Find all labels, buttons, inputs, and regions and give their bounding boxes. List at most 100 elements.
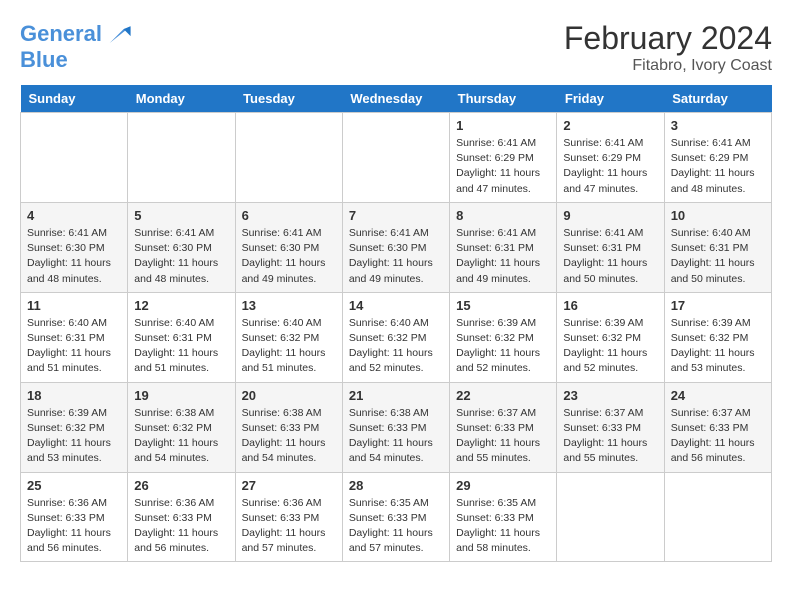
day-number: 7 <box>349 208 443 223</box>
logo-icon <box>104 20 132 48</box>
calendar-cell: 18Sunrise: 6:39 AM Sunset: 6:32 PM Dayli… <box>21 382 128 472</box>
calendar-cell: 15 Sunrise: 6:39 AM Sunset: 6:32 PM Dayli… <box>450 292 557 382</box>
calendar-cell <box>128 113 235 203</box>
day-info: Sunrise: 6:41 AM Sunset: 6:30 PM Dayligh… <box>349 226 443 287</box>
calendar-cell: 21 Sunrise: 6:38 AM Sunset: 6:33 PM Dayli… <box>342 382 449 472</box>
location-title: Fitabro, Ivory Coast <box>564 57 772 75</box>
calendar-week-2: 4 Sunrise: 6:41 AM Sunset: 6:30 PM Daylig… <box>21 202 772 292</box>
header-sunday: Sunday <box>21 85 128 113</box>
day-number: 10 <box>671 208 765 223</box>
day-number: 11 <box>27 298 121 313</box>
header-monday: Monday <box>128 85 235 113</box>
day-number: 20 <box>242 388 336 403</box>
day-info: Sunrise: 6:36 AM Sunset: 6:33 PM Dayligh… <box>242 496 336 557</box>
calendar-cell: 14 Sunrise: 6:40 AM Sunset: 6:32 PM Dayli… <box>342 292 449 382</box>
calendar-table: SundayMondayTuesdayWednesdayThursdayFrid… <box>20 85 772 562</box>
day-info: Sunrise: 6:40 AM Sunset: 6:31 PM Dayligh… <box>27 316 121 377</box>
calendar-cell: 2 Sunrise: 6:41 AM Sunset: 6:29 PM Daylig… <box>557 113 664 203</box>
day-info: Sunrise: 6:41 AM Sunset: 6:29 PM Dayligh… <box>671 136 765 197</box>
day-number: 24 <box>671 388 765 403</box>
calendar-cell: 28Sunrise: 6:35 AM Sunset: 6:33 PM Dayli… <box>342 472 449 562</box>
calendar-cell: 25Sunrise: 6:36 AM Sunset: 6:33 PM Dayli… <box>21 472 128 562</box>
calendar-cell <box>342 113 449 203</box>
calendar-cell: 5Sunrise: 6:41 AM Sunset: 6:30 PM Daylig… <box>128 202 235 292</box>
header-saturday: Saturday <box>664 85 771 113</box>
calendar-week-4: 18Sunrise: 6:39 AM Sunset: 6:32 PM Dayli… <box>21 382 772 472</box>
calendar-week-1: 1Sunrise: 6:41 AM Sunset: 6:29 PM Daylig… <box>21 113 772 203</box>
day-number: 16 <box>563 298 657 313</box>
title-block: February 2024 Fitabro, Ivory Coast <box>564 20 772 75</box>
calendar-week-3: 11 Sunrise: 6:40 AM Sunset: 6:31 PM Dayli… <box>21 292 772 382</box>
day-info: Sunrise: 6:37 AM Sunset: 6:33 PM Dayligh… <box>563 406 657 467</box>
calendar-week-5: 25Sunrise: 6:36 AM Sunset: 6:33 PM Dayli… <box>21 472 772 562</box>
day-number: 12 <box>134 298 228 313</box>
day-number: 18 <box>27 388 121 403</box>
calendar-cell: 10 Sunrise: 6:40 AM Sunset: 6:31 PM Dayli… <box>664 202 771 292</box>
day-number: 19 <box>134 388 228 403</box>
day-number: 4 <box>27 208 121 223</box>
calendar-cell: 24 Sunrise: 6:37 AM Sunset: 6:33 PM Dayli… <box>664 382 771 472</box>
header-wednesday: Wednesday <box>342 85 449 113</box>
calendar-cell: 1Sunrise: 6:41 AM Sunset: 6:29 PM Daylig… <box>450 113 557 203</box>
day-info: Sunrise: 6:41 AM Sunset: 6:31 PM Dayligh… <box>563 226 657 287</box>
day-number: 14 <box>349 298 443 313</box>
day-info: Sunrise: 6:36 AM Sunset: 6:33 PM Dayligh… <box>27 496 121 557</box>
calendar-cell: 23Sunrise: 6:37 AM Sunset: 6:33 PM Dayli… <box>557 382 664 472</box>
day-info: Sunrise: 6:38 AM Sunset: 6:32 PM Dayligh… <box>134 406 228 467</box>
day-number: 27 <box>242 478 336 493</box>
day-info: Sunrise: 6:35 AM Sunset: 6:33 PM Dayligh… <box>456 496 550 557</box>
calendar-cell: 19 Sunrise: 6:38 AM Sunset: 6:32 PM Dayli… <box>128 382 235 472</box>
calendar-cell: 6 Sunrise: 6:41 AM Sunset: 6:30 PM Daylig… <box>235 202 342 292</box>
calendar-cell: 22Sunrise: 6:37 AM Sunset: 6:33 PM Dayli… <box>450 382 557 472</box>
calendar-cell <box>235 113 342 203</box>
day-info: Sunrise: 6:39 AM Sunset: 6:32 PM Dayligh… <box>563 316 657 377</box>
calendar-cell: 17 Sunrise: 6:39 AM Sunset: 6:32 PM Dayli… <box>664 292 771 382</box>
day-info: Sunrise: 6:38 AM Sunset: 6:33 PM Dayligh… <box>242 406 336 467</box>
day-number: 9 <box>563 208 657 223</box>
calendar-cell: 29 Sunrise: 6:35 AM Sunset: 6:33 PM Dayli… <box>450 472 557 562</box>
day-number: 13 <box>242 298 336 313</box>
day-info: Sunrise: 6:41 AM Sunset: 6:30 PM Dayligh… <box>27 226 121 287</box>
calendar-cell: 4 Sunrise: 6:41 AM Sunset: 6:30 PM Daylig… <box>21 202 128 292</box>
logo-text: General <box>20 22 102 46</box>
calendar-cell <box>664 472 771 562</box>
day-info: Sunrise: 6:40 AM Sunset: 6:32 PM Dayligh… <box>242 316 336 377</box>
calendar-cell: 9 Sunrise: 6:41 AM Sunset: 6:31 PM Daylig… <box>557 202 664 292</box>
day-info: Sunrise: 6:41 AM Sunset: 6:31 PM Dayligh… <box>456 226 550 287</box>
header-tuesday: Tuesday <box>235 85 342 113</box>
day-info: Sunrise: 6:39 AM Sunset: 6:32 PM Dayligh… <box>671 316 765 377</box>
calendar-cell: 13 Sunrise: 6:40 AM Sunset: 6:32 PM Dayli… <box>235 292 342 382</box>
calendar-cell <box>21 113 128 203</box>
calendar-header-row: SundayMondayTuesdayWednesdayThursdayFrid… <box>21 85 772 113</box>
day-number: 29 <box>456 478 550 493</box>
day-info: Sunrise: 6:41 AM Sunset: 6:30 PM Dayligh… <box>242 226 336 287</box>
day-info: Sunrise: 6:36 AM Sunset: 6:33 PM Dayligh… <box>134 496 228 557</box>
header-friday: Friday <box>557 85 664 113</box>
day-info: Sunrise: 6:40 AM Sunset: 6:31 PM Dayligh… <box>671 226 765 287</box>
calendar-cell: 27 Sunrise: 6:36 AM Sunset: 6:33 PM Dayli… <box>235 472 342 562</box>
page-header: General Blue February 2024 Fitabro, Ivor… <box>20 20 772 75</box>
calendar-cell: 20 Sunrise: 6:38 AM Sunset: 6:33 PM Dayli… <box>235 382 342 472</box>
calendar-cell: 7 Sunrise: 6:41 AM Sunset: 6:30 PM Daylig… <box>342 202 449 292</box>
month-title: February 2024 <box>564 20 772 57</box>
day-number: 26 <box>134 478 228 493</box>
day-info: Sunrise: 6:40 AM Sunset: 6:32 PM Dayligh… <box>349 316 443 377</box>
day-info: Sunrise: 6:39 AM Sunset: 6:32 PM Dayligh… <box>456 316 550 377</box>
day-info: Sunrise: 6:41 AM Sunset: 6:29 PM Dayligh… <box>456 136 550 197</box>
header-thursday: Thursday <box>450 85 557 113</box>
day-number: 8 <box>456 208 550 223</box>
day-info: Sunrise: 6:37 AM Sunset: 6:33 PM Dayligh… <box>671 406 765 467</box>
day-number: 21 <box>349 388 443 403</box>
day-number: 2 <box>563 118 657 133</box>
logo-blue-text: Blue <box>20 48 132 72</box>
calendar-cell: 11 Sunrise: 6:40 AM Sunset: 6:31 PM Dayli… <box>21 292 128 382</box>
day-number: 3 <box>671 118 765 133</box>
day-info: Sunrise: 6:38 AM Sunset: 6:33 PM Dayligh… <box>349 406 443 467</box>
day-number: 15 <box>456 298 550 313</box>
day-number: 17 <box>671 298 765 313</box>
day-info: Sunrise: 6:41 AM Sunset: 6:29 PM Dayligh… <box>563 136 657 197</box>
day-number: 22 <box>456 388 550 403</box>
calendar-cell: 12Sunrise: 6:40 AM Sunset: 6:31 PM Dayli… <box>128 292 235 382</box>
day-number: 6 <box>242 208 336 223</box>
day-info: Sunrise: 6:41 AM Sunset: 6:30 PM Dayligh… <box>134 226 228 287</box>
